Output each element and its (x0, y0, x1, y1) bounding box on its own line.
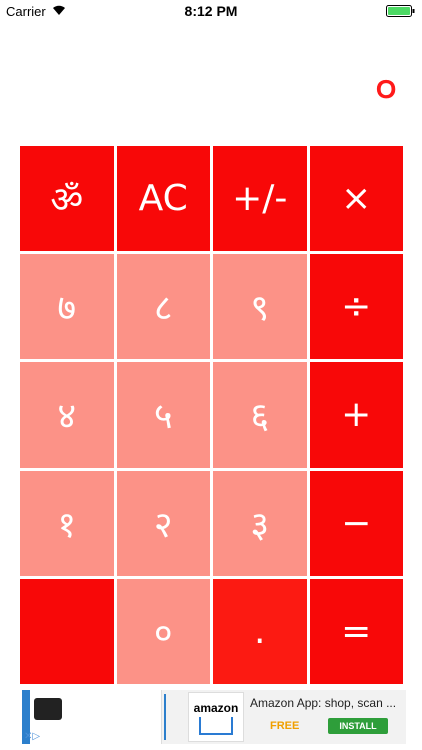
ad-banner[interactable]: ✕▷ amazon Amazon App: shop, scan ... FRE… (22, 690, 406, 744)
key-subtract[interactable]: − (309, 470, 403, 576)
key-divide[interactable]: ÷ (309, 254, 403, 360)
status-time: 8:12 PM (184, 3, 238, 19)
ad-product-preview[interactable]: ✕▷ (22, 690, 162, 744)
key-add[interactable]: + (309, 362, 403, 468)
keypad: ॐ AC +/- × ७ ८ ९ ÷ ४ ५ ६ + १ २ ३ − ० . = (20, 146, 403, 684)
key-digit-0[interactable]: ० (116, 578, 210, 684)
amazon-logo-text: amazon (193, 701, 239, 715)
key-digit-8[interactable]: ८ (116, 254, 210, 360)
ad-close-icon[interactable]: ✕▷ (24, 731, 40, 742)
battery-icon (386, 5, 415, 17)
key-digit-2[interactable]: २ (116, 470, 210, 576)
ad-free-label: FREE (270, 720, 300, 732)
cart-icon (199, 717, 233, 735)
key-digit-5[interactable]: ५ (116, 362, 210, 468)
key-digit-4[interactable]: ४ (20, 362, 114, 468)
camera-icon (34, 698, 62, 720)
ad-title: Amazon App: shop, scan ... (250, 696, 397, 710)
key-decimal[interactable]: . (213, 578, 307, 684)
key-digit-1[interactable]: १ (20, 470, 114, 576)
ad-divider (164, 694, 166, 740)
key-digit-6[interactable]: ६ (213, 362, 307, 468)
key-digit-7[interactable]: ७ (20, 254, 114, 360)
key-blank[interactable] (20, 578, 114, 684)
key-digit-9[interactable]: ९ (213, 254, 307, 360)
key-multiply[interactable]: × (309, 146, 403, 252)
key-om[interactable]: ॐ (20, 146, 114, 252)
key-equals[interactable]: = (309, 578, 403, 684)
key-clear[interactable]: AC (116, 146, 210, 252)
result-display: ० (374, 61, 398, 115)
ad-install-button[interactable]: INSTALL (328, 718, 388, 734)
key-toggle-sign[interactable]: +/- (213, 146, 307, 252)
amazon-logo: amazon (188, 692, 244, 742)
status-bar: Carrier 8:12 PM (0, 0, 422, 24)
key-digit-3[interactable]: ३ (213, 470, 307, 576)
